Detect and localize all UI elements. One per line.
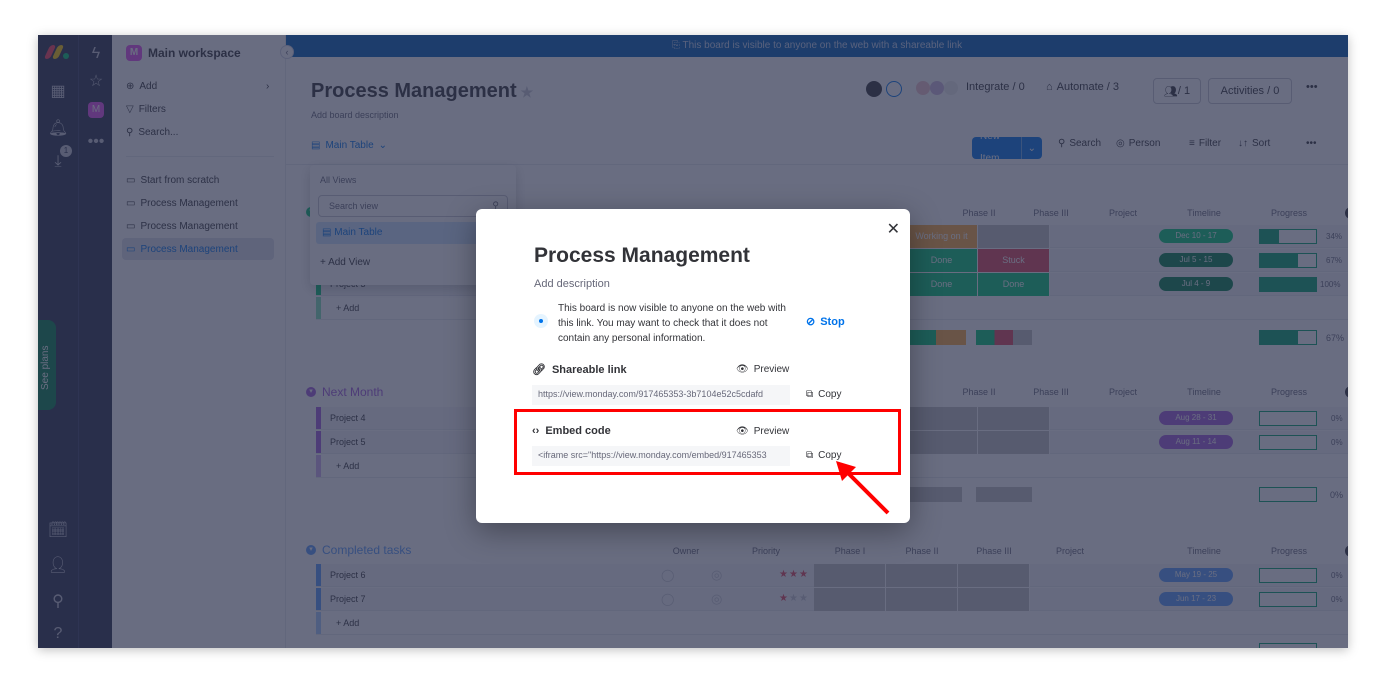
copy-label: Copy [818, 389, 842, 400]
shareable-link-text: Shareable link [551, 363, 627, 376]
copy-link-button[interactable]: ⧉ Copy [806, 389, 842, 400]
stop-sharing-button[interactable]: ⊘ Stop [806, 315, 845, 329]
stop-label: Stop [820, 315, 845, 328]
arrow-shaft [842, 467, 890, 515]
link-icon: 🔗︎ [532, 364, 546, 376]
stop-icon: ⊘ [806, 316, 816, 328]
shareable-link-label: 🔗︎ Shareable link [532, 363, 627, 377]
visibility-notice: This board is now visible to anyone on t… [558, 303, 786, 344]
eye-icon: 👁︎ [736, 364, 749, 375]
modal-description[interactable]: Add description [534, 278, 610, 290]
app-window: ▦ 🔔︎ ⤓ 1 See plans 🗓︎ 👤︎ ⚲ ? ϟ ☆ M ••• M… [38, 35, 1348, 648]
preview-label: Preview [753, 364, 790, 375]
copy-icon: ⧉ [806, 389, 814, 400]
info-dot-icon [534, 314, 548, 328]
annotation-arrow [836, 461, 890, 515]
modal-title: Process Management [534, 244, 750, 267]
preview-link-button[interactable]: 👁︎ Preview [736, 364, 789, 375]
shareable-link-field[interactable]: https://view.monday.com/917465353-3b7104… [532, 385, 790, 405]
close-icon[interactable]: ✕ [887, 219, 900, 239]
